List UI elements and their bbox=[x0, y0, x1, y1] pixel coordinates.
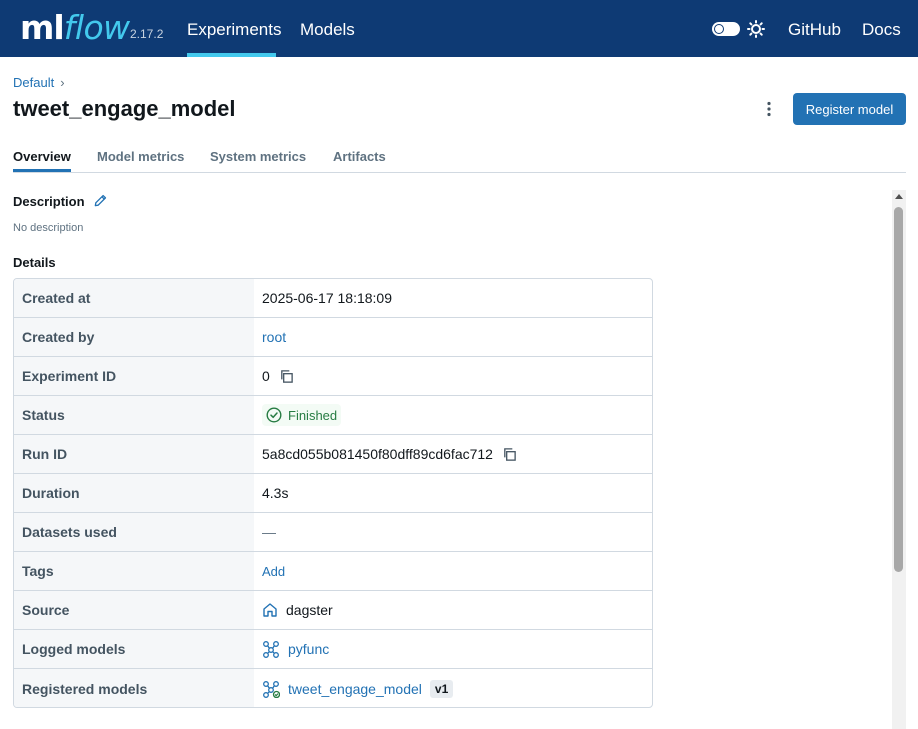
row-key: Duration bbox=[14, 474, 254, 512]
row-value-run-id: 5a8cd055b081450f80dff89cd6fac712 bbox=[254, 435, 652, 473]
copy-icon[interactable] bbox=[279, 369, 294, 384]
nav-docs[interactable]: Docs bbox=[862, 20, 901, 40]
table-row: Logged models pyfunc bbox=[14, 630, 652, 669]
row-value-tags: Add bbox=[254, 552, 652, 590]
row-value-duration: 4.3s bbox=[254, 474, 652, 512]
registered-model-link[interactable]: tweet_engage_model bbox=[288, 681, 422, 697]
page-title: tweet_engage_model bbox=[13, 96, 236, 121]
row-value-logged-models: pyfunc bbox=[254, 630, 652, 668]
active-nav-indicator bbox=[187, 53, 276, 57]
details-heading: Details bbox=[13, 255, 56, 270]
datasets-value: — bbox=[262, 524, 276, 540]
row-key: Logged models bbox=[14, 630, 254, 668]
tab-system-metrics[interactable]: System metrics bbox=[210, 149, 306, 164]
row-value-created-at: 2025-06-17 18:18:09 bbox=[254, 279, 652, 317]
register-model-button[interactable]: Register model bbox=[793, 93, 906, 125]
breadcrumb-default[interactable]: Default bbox=[13, 75, 54, 90]
details-table: Created at 2025-06-17 18:18:09 Created b… bbox=[13, 278, 653, 708]
status-badge: Finished bbox=[262, 404, 342, 426]
description-heading: Description bbox=[13, 194, 85, 209]
tab-overview[interactable]: Overview bbox=[13, 149, 71, 164]
duration-value: 4.3s bbox=[262, 485, 289, 501]
table-row: Duration 4.3s bbox=[14, 474, 652, 513]
version-label: 2.17.2 bbox=[130, 27, 164, 41]
sun-icon[interactable] bbox=[747, 20, 765, 38]
row-value-registered-models: tweet_engage_model v1 bbox=[254, 669, 652, 707]
logo-ml-text: ml bbox=[20, 8, 65, 47]
breadcrumb: Default › bbox=[13, 75, 65, 90]
table-row: Datasets used — bbox=[14, 513, 652, 552]
table-row: Source dagster bbox=[14, 591, 652, 630]
status-text: Finished bbox=[288, 407, 338, 423]
row-key: Status bbox=[14, 396, 254, 434]
row-value-created-by: root bbox=[254, 318, 652, 356]
nav-experiments[interactable]: Experiments bbox=[187, 20, 281, 40]
check-circle-icon bbox=[266, 407, 282, 423]
row-key: Experiment ID bbox=[14, 357, 254, 395]
nav-github[interactable]: GitHub bbox=[788, 20, 841, 40]
pencil-icon[interactable] bbox=[93, 193, 108, 208]
row-key: Source bbox=[14, 591, 254, 629]
breadcrumb-separator: › bbox=[60, 75, 65, 90]
row-value-experiment-id: 0 bbox=[254, 357, 652, 395]
home-icon bbox=[263, 603, 277, 617]
top-navbar: ml flow 2.17.2 Experiments Models GitHub … bbox=[0, 0, 918, 57]
created-at-value: 2025-06-17 18:18:09 bbox=[262, 290, 392, 306]
model-icon bbox=[263, 641, 279, 658]
row-value-datasets: — bbox=[254, 513, 652, 551]
tab-artifacts[interactable]: Artifacts bbox=[333, 149, 386, 164]
table-row: Registered models tweet_engage_model v1 bbox=[14, 669, 652, 707]
table-row: Run ID 5a8cd055b081450f80dff89cd6fac712 bbox=[14, 435, 652, 474]
table-row: Created at 2025-06-17 18:18:09 bbox=[14, 279, 652, 318]
row-key: Created by bbox=[14, 318, 254, 356]
logged-model-link[interactable]: pyfunc bbox=[288, 641, 329, 657]
description-text: No description bbox=[13, 222, 84, 234]
row-key: Created at bbox=[14, 279, 254, 317]
experiment-id-value: 0 bbox=[262, 368, 270, 384]
row-key: Registered models bbox=[14, 669, 254, 707]
tab-model-metrics[interactable]: Model metrics bbox=[97, 149, 184, 164]
table-row: Experiment ID 0 bbox=[14, 357, 652, 396]
table-row: Status Finished bbox=[14, 396, 652, 435]
row-value-status: Finished bbox=[254, 396, 652, 434]
version-tag[interactable]: v1 bbox=[429, 679, 454, 698]
row-value-source: dagster bbox=[254, 591, 652, 629]
source-value: dagster bbox=[286, 602, 333, 618]
row-key: Datasets used bbox=[14, 513, 254, 551]
logo-flow-text: flow bbox=[63, 8, 130, 47]
nav-models[interactable]: Models bbox=[300, 20, 355, 40]
copy-icon[interactable] bbox=[502, 447, 517, 462]
add-tag-link[interactable]: Add bbox=[262, 564, 285, 579]
table-row: Tags Add bbox=[14, 552, 652, 591]
row-key: Tags bbox=[14, 552, 254, 590]
scroll-up-arrow-icon[interactable] bbox=[895, 194, 903, 199]
created-by-link[interactable]: root bbox=[262, 329, 286, 345]
table-row: Created by root bbox=[14, 318, 652, 357]
row-key: Run ID bbox=[14, 435, 254, 473]
mlflow-logo[interactable]: ml flow bbox=[20, 10, 130, 46]
kebab-menu-icon[interactable] bbox=[760, 100, 778, 118]
run-id-value: 5a8cd055b081450f80dff89cd6fac712 bbox=[262, 446, 493, 462]
dark-mode-toggle[interactable] bbox=[712, 22, 740, 36]
tab-bar: Overview Model metrics System metrics Ar… bbox=[13, 149, 906, 173]
registered-model-icon bbox=[263, 680, 280, 698]
active-tab-indicator bbox=[13, 169, 71, 172]
scrollbar-thumb[interactable] bbox=[894, 207, 903, 572]
